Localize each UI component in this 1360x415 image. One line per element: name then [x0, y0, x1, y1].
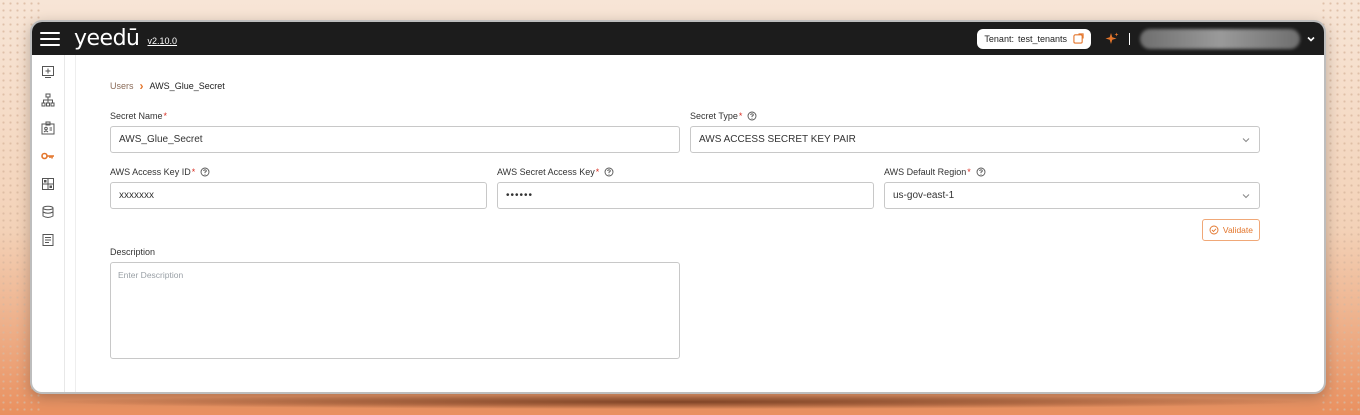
side-nav: [32, 55, 65, 392]
main-content: Users › AWS_Glue_Secret Secret Name * AWS…: [76, 55, 1324, 392]
sparkle-icon[interactable]: [1105, 32, 1119, 46]
help-icon[interactable]: [604, 167, 614, 177]
required-marker: *: [967, 167, 971, 177]
chevron-right-icon: ›: [139, 78, 144, 93]
header-divider: [1129, 32, 1130, 45]
hierarchy-icon[interactable]: [40, 91, 56, 109]
secret-name-input[interactable]: AWS_Glue_Secret: [110, 126, 680, 153]
secret-name-label: Secret Name: [110, 111, 163, 121]
secret-type-field: Secret Type * AWS ACCESS SECRET KEY PAIR: [690, 111, 1260, 153]
help-icon[interactable]: [200, 167, 210, 177]
tenant-value: test_tenants: [1017, 33, 1067, 44]
required-marker: *: [738, 111, 743, 121]
chevron-down-icon: [1242, 193, 1250, 198]
secret-type-value: AWS ACCESS SECRET KEY PAIR: [699, 134, 856, 145]
required-marker: *: [163, 111, 168, 121]
id-card-icon[interactable]: [40, 119, 56, 137]
breadcrumb-users-link[interactable]: Users: [110, 81, 134, 91]
default-region-label: AWS Default Region: [884, 167, 967, 177]
help-icon[interactable]: [976, 167, 986, 177]
secret-type-label: Secret Type: [690, 111, 738, 121]
user-menu[interactable]: [1140, 28, 1300, 49]
required-marker: *: [595, 167, 600, 177]
menu-icon[interactable]: [40, 31, 60, 46]
receipt-icon[interactable]: [40, 231, 56, 249]
default-region-select[interactable]: us-gov-east-1: [884, 182, 1260, 209]
secret-name-field: Secret Name * AWS_Glue_Secret: [110, 111, 680, 153]
top-bar: yeedū v2.10.0 Tenant: test_tenants: [32, 22, 1324, 55]
app-logo[interactable]: yeedū: [74, 26, 140, 51]
version-link[interactable]: v2.10.0: [148, 36, 178, 46]
required-marker: *: [191, 167, 196, 177]
access-key-id-input[interactable]: xxxxxxx: [110, 182, 487, 209]
breadcrumb-current: AWS_Glue_Secret: [149, 81, 225, 91]
secret-type-select[interactable]: AWS ACCESS SECRET KEY PAIR: [690, 126, 1260, 153]
check-circle-icon: [1209, 225, 1219, 235]
tenant-label: Tenant:: [984, 33, 1014, 44]
secret-access-key-label: AWS Secret Access Key: [497, 167, 595, 177]
database-icon[interactable]: [40, 203, 56, 221]
secret-access-key-field: AWS Secret Access Key * ••••••: [497, 167, 874, 209]
secret-access-key-input[interactable]: ••••••: [497, 182, 874, 209]
breadcrumb: Users › AWS_Glue_Secret: [110, 78, 1260, 93]
help-icon[interactable]: [747, 111, 757, 121]
sidebar-gutter: [65, 55, 76, 392]
tenant-selector[interactable]: Tenant: test_tenants: [977, 28, 1091, 49]
access-key-id-field: AWS Access Key ID * xxxxxxx: [110, 167, 487, 209]
description-label: Description: [110, 247, 156, 257]
background-dots-right: [1320, 0, 1360, 415]
chevron-down-icon[interactable]: [1306, 34, 1316, 44]
key-icon[interactable]: [40, 147, 56, 165]
background-swoosh: [60, 395, 1300, 409]
add-box-icon[interactable]: [40, 63, 56, 81]
validate-button[interactable]: Validate: [1201, 219, 1260, 241]
app-window: yeedū v2.10.0 Tenant: test_tenants Users…: [30, 20, 1326, 394]
description-textarea[interactable]: Enter Description: [110, 262, 680, 359]
validate-label: Validate: [1222, 225, 1253, 235]
access-key-id-label: AWS Access Key ID: [110, 167, 191, 177]
open-external-icon: [1073, 33, 1084, 44]
grid-icon[interactable]: [40, 175, 56, 193]
description-field: Description Enter Description: [110, 247, 1260, 359]
topbar-right: Tenant: test_tenants: [977, 28, 1316, 49]
default-region-value: us-gov-east-1: [893, 190, 955, 201]
default-region-field: AWS Default Region * us-gov-east-1: [884, 167, 1260, 209]
chevron-down-icon: [1242, 137, 1250, 142]
